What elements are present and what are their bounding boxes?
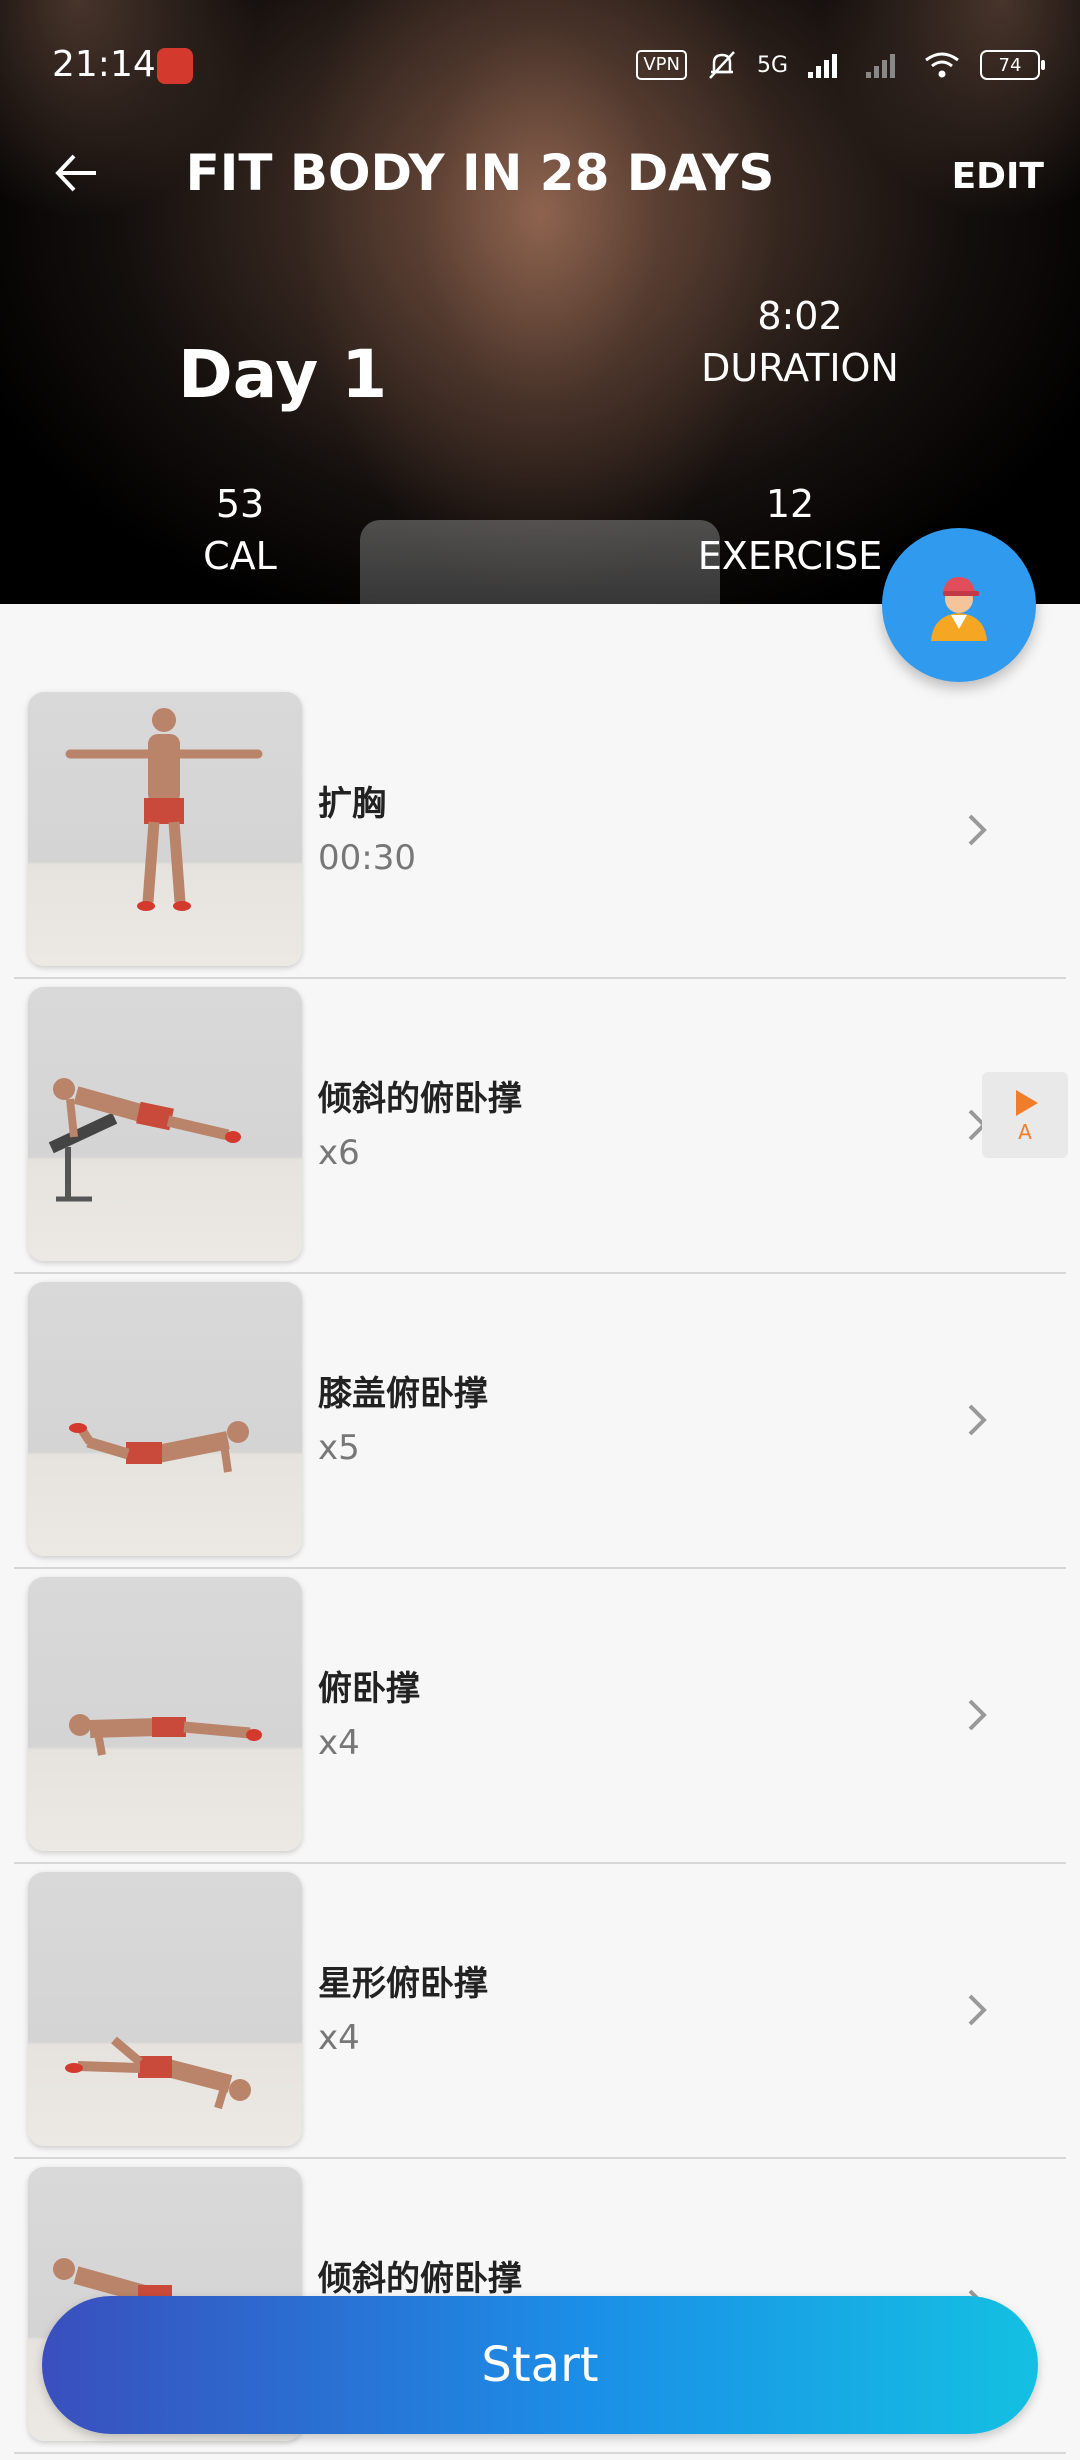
chevron-right-icon — [968, 814, 987, 846]
duration-value: 8:02 — [757, 294, 843, 338]
exercise-name: 扩胸 — [318, 784, 386, 824]
exercise-detail: x4 — [318, 2018, 360, 2058]
exercise-thumbnail — [28, 1872, 302, 2146]
day-label: Day 1 — [178, 336, 388, 413]
chevron-right-icon — [968, 1404, 987, 1436]
list-item[interactable]: 膝盖俯卧撑 x5 — [14, 1274, 1066, 1569]
play-icon — [1016, 1090, 1038, 1116]
mute-bell-icon — [709, 51, 735, 79]
coach-icon — [931, 577, 987, 641]
signal-weak-icon — [866, 54, 895, 78]
exercise-count-stat: 12 EXERCISE — [680, 478, 900, 582]
exercise-detail: x4 — [318, 1723, 360, 1763]
network-type-label: 5G — [756, 52, 788, 78]
figure-incline-pushup-image — [48, 1078, 241, 1202]
figure-knee-pushup-image — [69, 1421, 249, 1473]
figure-star-pushup-image — [65, 2036, 251, 2110]
figure-pushup-image — [69, 1714, 262, 1756]
exercise-name: 倾斜的俯卧撑 — [318, 1079, 522, 1119]
exercise-thumbnail — [28, 987, 302, 1261]
exercise-name: 星形俯卧撑 — [318, 1964, 488, 2004]
page-title: FIT BODY IN 28 DAYS — [185, 144, 775, 202]
vpn-icon: VPN — [636, 50, 687, 80]
exercise-name: 俯卧撑 — [318, 1669, 420, 1709]
cal-value: 53 — [215, 482, 265, 526]
floating-play-button[interactable]: A — [982, 1072, 1068, 1158]
exercise-name: 倾斜的俯卧撑 — [318, 2259, 522, 2299]
start-button[interactable]: Start — [42, 2296, 1038, 2434]
list-item[interactable]: 星形俯卧撑 x4 — [14, 1864, 1066, 2159]
calories-stat: 53 CAL — [170, 478, 310, 582]
battery-level: 74 — [998, 54, 1022, 76]
list-item[interactable]: 倾斜的俯卧撑 x6 — [14, 979, 1066, 1274]
figure-arm-stretch-image — [65, 708, 263, 911]
list-item[interactable]: 扩胸 00:30 — [14, 684, 1066, 979]
exercise-name: 膝盖俯卧撑 — [318, 1374, 488, 1414]
exercise-list: 扩胸 00:30 倾斜的俯卧撑 x6 膝盖俯卧撑 x5 俯卧撑 x4 星形俯卧撑… — [14, 684, 1066, 2454]
header-image-shorts — [360, 520, 720, 604]
wifi-icon — [925, 52, 959, 78]
exercise-thumbnail — [28, 1577, 302, 1851]
cal-label: CAL — [203, 534, 277, 578]
exercise-thumbnail — [28, 1282, 302, 1556]
status-bar: 21:14 VPN 5G 74 — [52, 40, 1045, 100]
exercise-detail: x6 — [318, 1133, 360, 1173]
status-icons: VPN 5G 74 — [636, 48, 1045, 82]
coach-avatar-button[interactable] — [882, 528, 1036, 682]
battery-icon: 74 — [980, 50, 1045, 80]
floating-play-label: A — [1018, 1120, 1032, 1144]
edit-button[interactable]: EDIT — [952, 156, 1044, 197]
exercise-detail: x5 — [318, 1428, 360, 1468]
duration-stat: 8:02 DURATION — [690, 290, 910, 394]
exercise-thumbnail — [28, 692, 302, 966]
status-time: 21:14 — [52, 44, 156, 85]
signal-icon — [808, 54, 837, 78]
chevron-right-icon — [968, 1994, 987, 2026]
duration-label: DURATION — [701, 346, 899, 390]
exercise-detail: 00:30 — [318, 838, 416, 878]
header-banner: 21:14 VPN 5G 74 FIT BODY IN 28 DAYS EDIT… — [0, 0, 1080, 604]
exercise-label: EXERCISE — [697, 534, 883, 578]
chevron-right-icon — [968, 1699, 987, 1731]
exercise-value: 12 — [765, 482, 815, 526]
list-item[interactable]: 俯卧撑 x4 — [14, 1569, 1066, 1864]
app-notification-icon — [157, 48, 193, 84]
